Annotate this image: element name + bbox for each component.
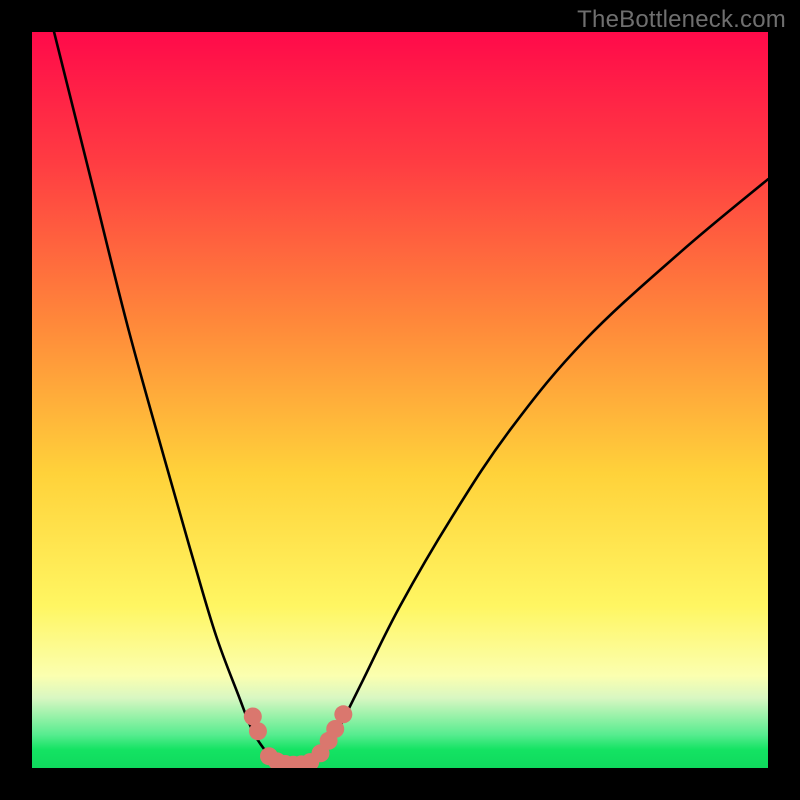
marker-dot [334, 705, 352, 723]
plot-area [32, 32, 768, 768]
watermark-text: TheBottleneck.com [577, 6, 786, 34]
gradient-background [32, 32, 768, 768]
marker-dot [249, 722, 267, 740]
chart-svg [32, 32, 768, 768]
chart-frame: TheBottleneck.com [0, 0, 800, 800]
